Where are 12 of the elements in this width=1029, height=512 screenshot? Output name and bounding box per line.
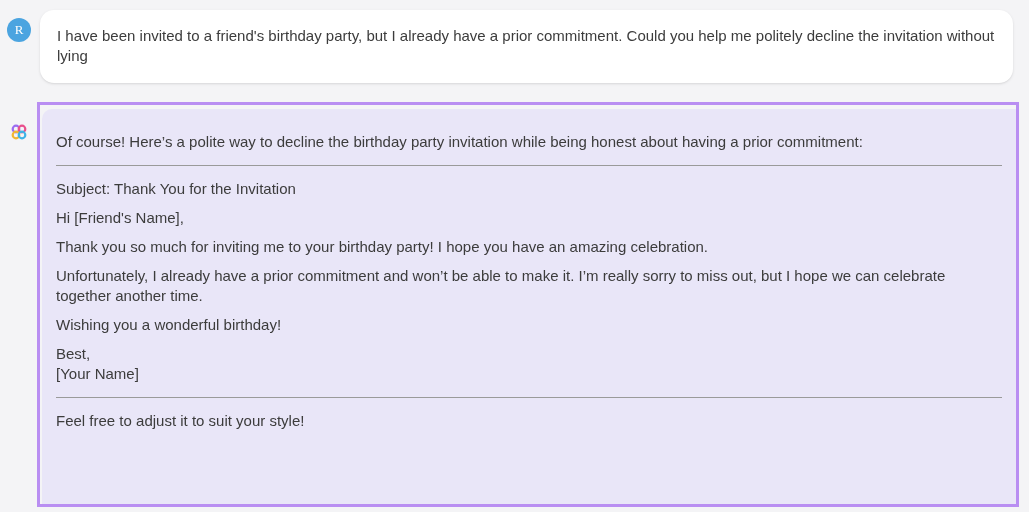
- response-paragraph: Of course! Here’s a polite way to decline the birthday party invitation while being honest about having a prior commitment:: [56, 132, 864, 152]
- response-paragraph: Feel free to adjust it to suit your style!: [56, 411, 306, 431]
- response-paragraph: Wishing you a wonderful birthday!: [56, 315, 283, 335]
- response-paragraph: Unfortunately, I already have a prior commitment and won’t be able to make it. I’m really sorry to miss out, but I hope we can celebrate together another time.: [56, 266, 947, 306]
- response-line: [Your Name]: [56, 364, 140, 384]
- user-message-text: I have been invited to a friend's birthday party, but I already have a prior commitment. Could you help me politely decline the invitation without lying: [57, 26, 996, 66]
- response-paragraph: Subject: Thank You for the Invitation: [56, 179, 297, 199]
- user-avatar: R: [7, 18, 31, 42]
- assistant-logo-icon: [10, 124, 27, 140]
- response-paragraph: Thank you so much for inviting me to your birthday party! I hope you have an amazing celebration.: [56, 237, 710, 257]
- response-paragraph: Hi [Friend's Name],: [56, 208, 185, 228]
- response-line: Best,: [56, 344, 92, 364]
